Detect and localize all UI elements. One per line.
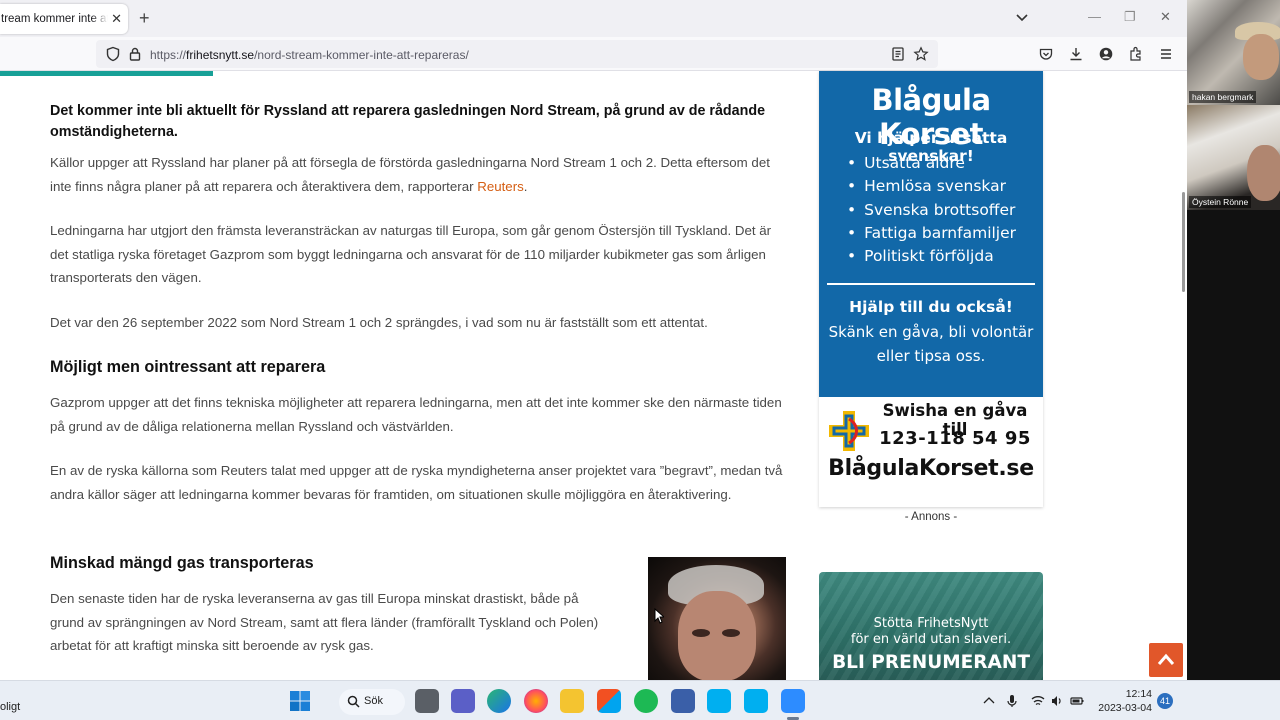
ad-label: - Annons - [904,511,958,523]
video-tile[interactable]: hakan bergmark [1187,0,1280,105]
paragraph: Källor uppger att Ryssland har planer på… [50,155,770,194]
skype-icon[interactable] [744,689,768,713]
taskbar-clock[interactable]: 12:14 2023-03-04 [1094,687,1152,715]
downloads-icon[interactable] [1068,46,1084,62]
account-icon[interactable] [1098,46,1114,62]
ad-divider [827,283,1035,285]
new-tab-icon[interactable]: + [139,8,150,28]
article-lead: Det kommer inte bli aktuellt för Rysslan… [50,103,766,140]
clock-date: 2023-03-04 [1098,702,1152,714]
extensions-icon[interactable] [1128,46,1144,62]
taskbar: oligt Sök 12:14 2023-03-04 41 [0,680,1280,720]
video-tile[interactable]: Öystein Rönne [1187,105,1280,210]
browser-tab[interactable]: tream kommer inte att repareras ✕ [0,4,128,34]
bookmark-star-icon[interactable] [913,46,929,62]
ad-list: Utsatta äldre Hemlösa svenskar Svenska b… [847,152,1016,268]
ad-text: Stötta FrihetsNytt [873,616,989,631]
restore-icon[interactable]: ❐ [1124,9,1136,25]
paragraph: En av de ryska källorna som Reuters tala… [50,463,783,502]
notification-badge[interactable]: 41 [1157,693,1173,709]
section-heading: Minskad mängd gas transporteras [50,554,314,572]
close-window-icon[interactable]: ✕ [1160,9,1171,25]
screen: tream kommer inte att repareras ✕ + — ❐ … [0,0,1280,720]
search-label: Sök [364,695,383,707]
battery-icon[interactable] [1070,694,1084,708]
ad-list-item: Utsatta äldre [847,152,1016,175]
wifi-icon[interactable] [1031,694,1045,708]
cross-logo-icon [829,411,869,451]
blagula-korset-ad[interactable]: Blågula Korset Vi hjälper utsatta svensk… [819,71,1043,507]
firefox-icon[interactable] [524,689,548,713]
file-explorer-icon[interactable] [560,689,584,713]
paragraph: Det var den 26 september 2022 som Nord S… [50,315,708,330]
ad-help-title: Hjälp till du också! [849,298,1013,316]
teams-chat-icon[interactable] [451,689,475,713]
taskbar-left-text: oligt [0,701,21,713]
volume-icon[interactable] [1050,694,1064,708]
close-tab-icon[interactable]: ✕ [111,11,122,27]
ad-list-item: Fattiga barnfamiljer [847,222,1016,245]
taskbar-search[interactable]: Sök [339,689,405,715]
task-view-icon[interactable] [415,689,439,713]
edge-browser-icon[interactable] [487,689,511,713]
microsoft-store-icon[interactable] [597,689,621,713]
subscribe-ad[interactable]: Stötta FrihetsNytt för en värld utan sla… [819,572,1043,680]
ad-list-item: Hemlösa svenskar [847,175,1016,198]
paragraph: Gazprom uppger att det finns tekniska mö… [50,395,782,434]
ad-text: för en värld utan slaveri. [850,632,1012,647]
spotify-icon[interactable] [634,689,658,713]
ad-list-item: Politiskt förföljda [847,245,1016,268]
video-panel-background [1187,210,1280,680]
subscribe-cta: BLI PRENUMERANT [832,652,1030,673]
paragraph: Ledningarna har utgjort den främsta leve… [50,223,772,285]
chevron-up-icon[interactable] [982,694,996,708]
list-all-tabs-icon[interactable] [1014,9,1030,25]
url-bar[interactable]: https://frihetsnytt.se/nord-stream-komme… [96,40,938,68]
search-icon [347,695,360,708]
reader-view-icon[interactable] [890,46,906,62]
ad-help-text: Skänk en gåva, bli volontär eller tipsa o… [828,323,1034,365]
url-text: https://frihetsnytt.se/nord-stream-komme… [150,48,469,62]
shield-icon[interactable] [105,46,121,62]
navigation-bar: https://frihetsnytt.se/nord-stream-komme… [0,37,1187,71]
clock-time: 12:14 [1125,688,1152,700]
ad-swish-number: 123-118 54 95 [879,428,1031,449]
minimize-icon[interactable]: — [1088,9,1101,24]
reuters-link[interactable]: Reuters [477,179,524,194]
menu-icon[interactable] [1158,46,1174,62]
skype-icon[interactable] [707,689,731,713]
article-photo[interactable] [648,557,786,681]
microphone-icon[interactable] [1005,694,1019,708]
tab-title: tream kommer inte att repareras [1,13,108,25]
lock-icon[interactable] [127,46,143,62]
tab-bar: tream kommer inte att repareras ✕ + — ❐ … [0,0,1187,37]
ad-list-item: Svenska brottsoffer [847,199,1016,222]
participant-name: hakan bergmark [1189,91,1257,103]
chevron-up-icon [1157,653,1175,665]
zoom-icon[interactable] [781,689,805,713]
participant-name: Öystein Rönne [1189,196,1252,208]
section-heading: Möjligt men ointressant att reparera [50,358,326,376]
pocket-icon[interactable] [1038,46,1054,62]
windows-start-icon[interactable] [288,689,312,713]
ad-website: BlågulaKorset.se [828,456,1034,481]
app-icon[interactable] [671,689,695,713]
scroll-to-top-button[interactable] [1149,643,1183,677]
mouse-cursor-icon [654,608,664,624]
paragraph: Den senaste tiden har de ryska leveranse… [50,591,599,653]
reading-progress-bar [0,71,213,76]
page-scrollbar[interactable] [1182,192,1185,292]
